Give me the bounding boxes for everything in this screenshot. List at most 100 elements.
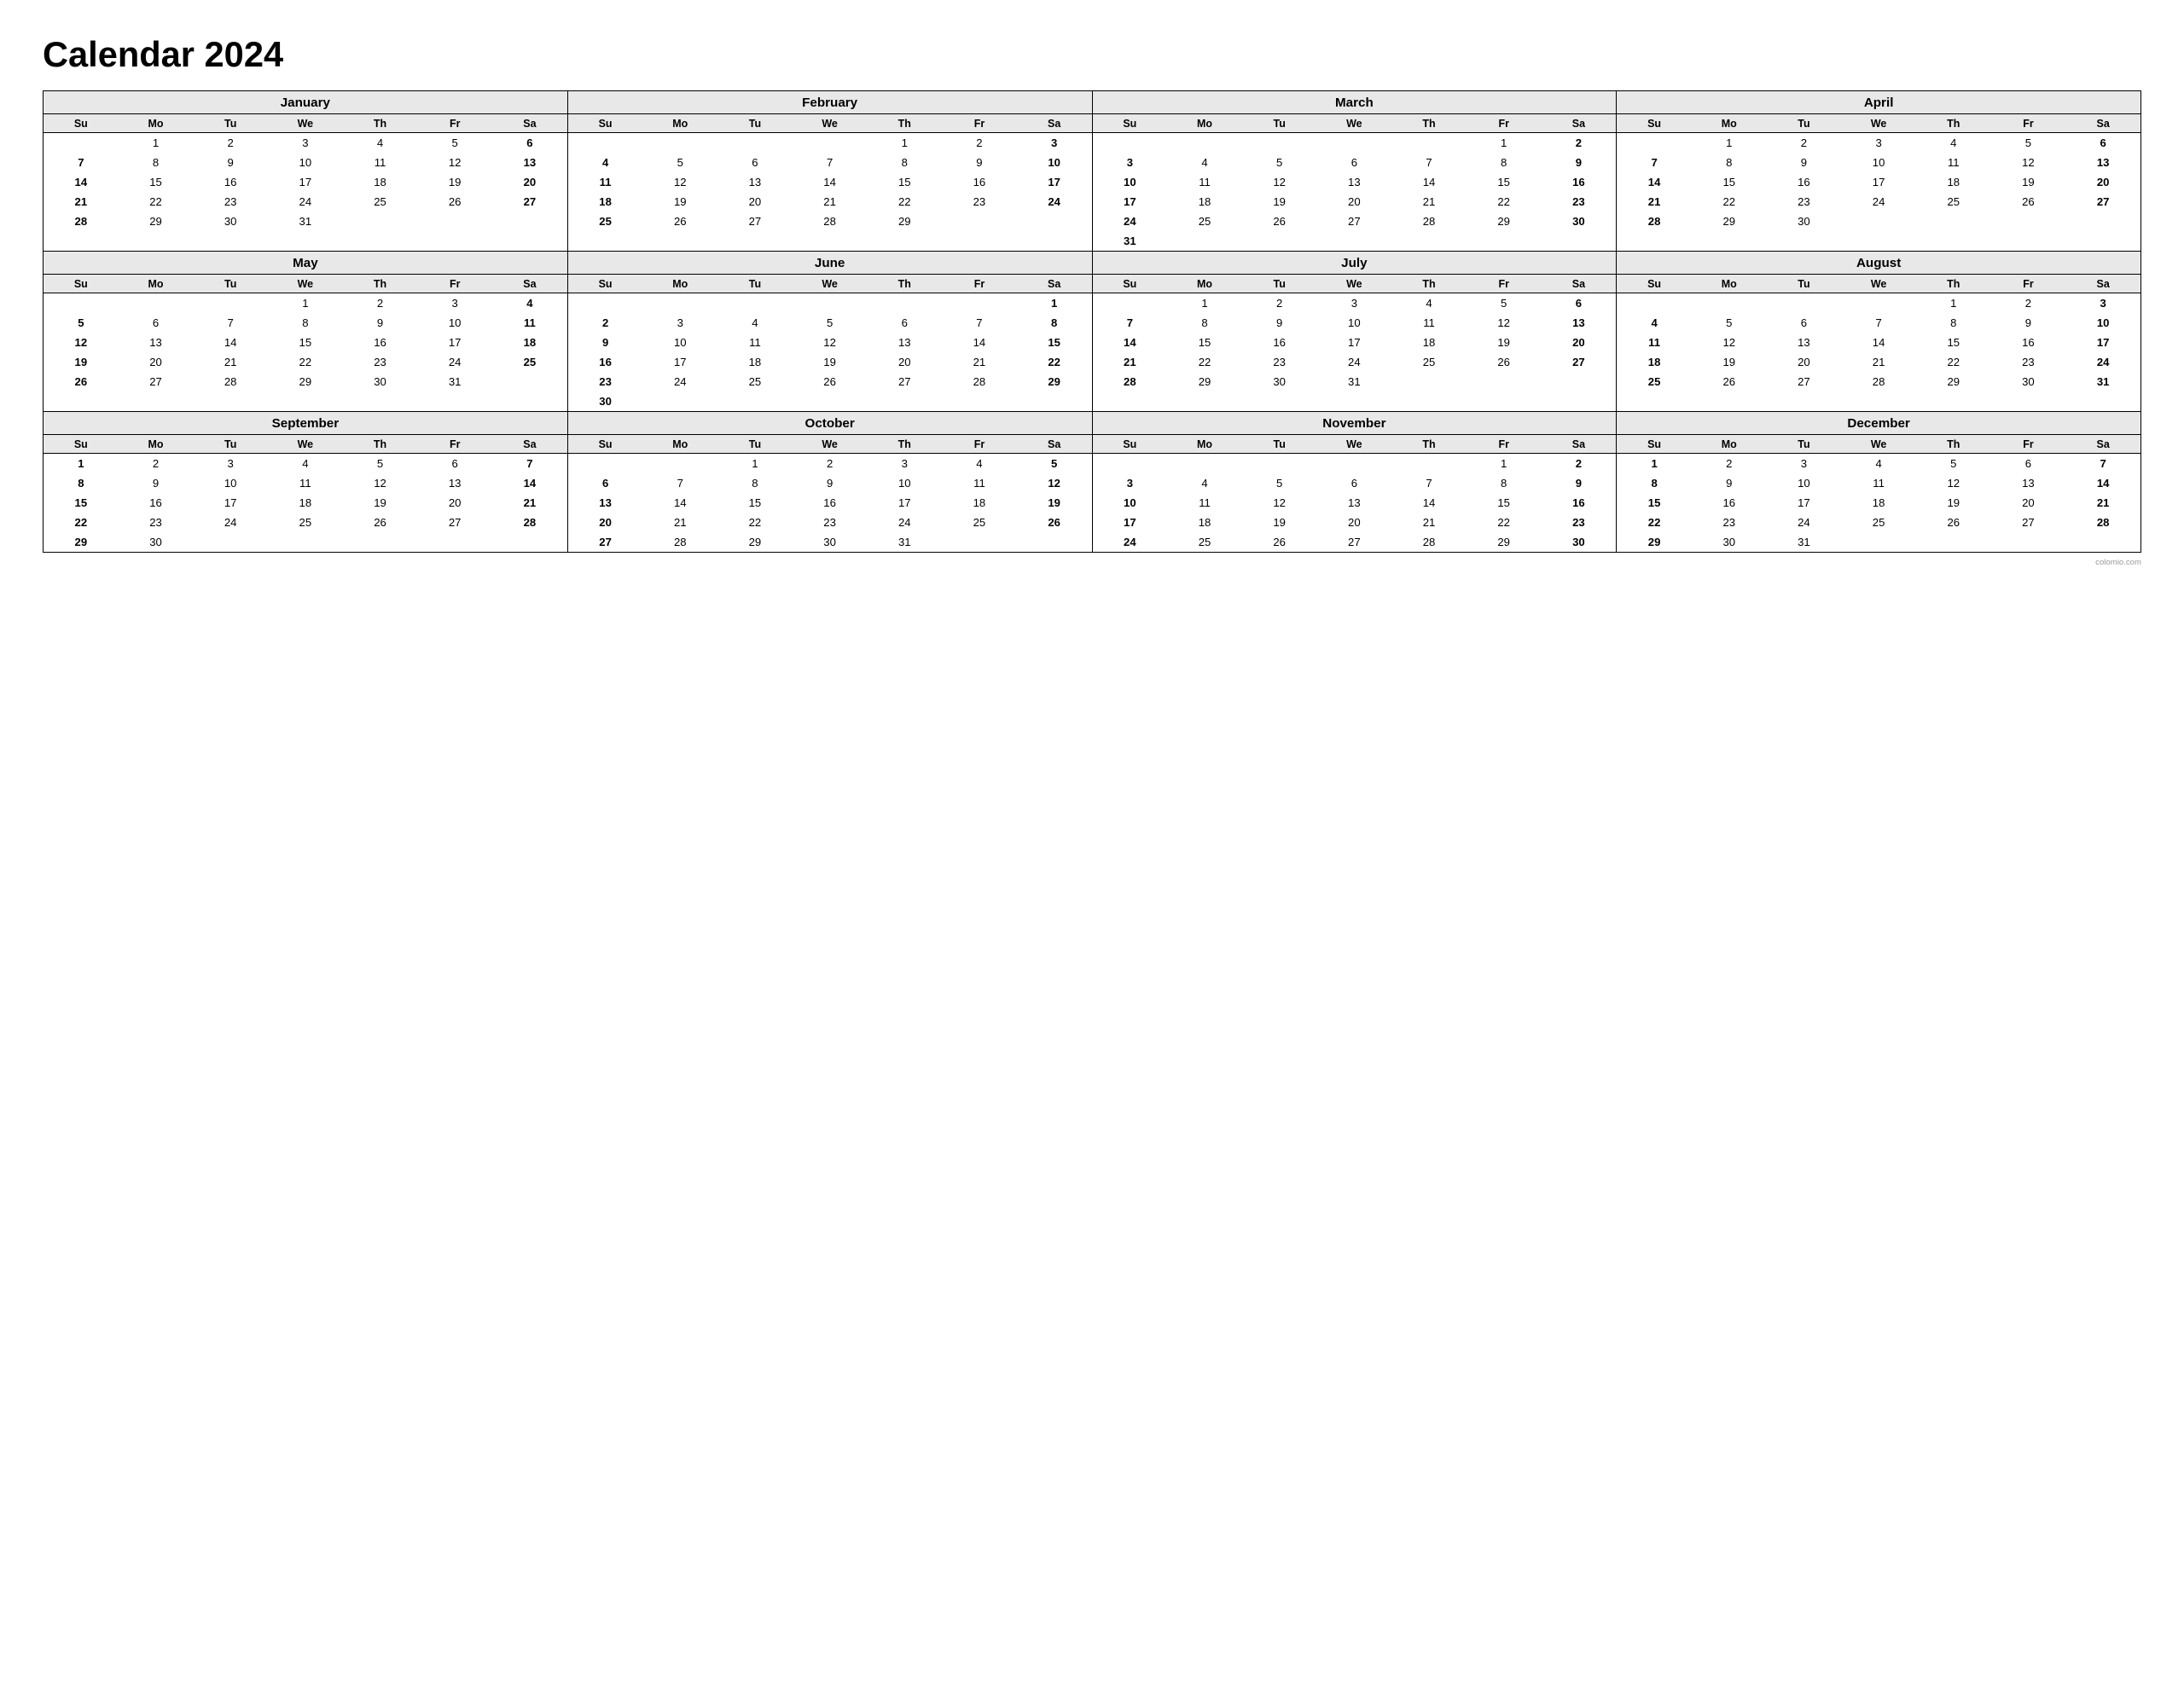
- day-cell: 6: [417, 454, 492, 474]
- day-cell: 8: [119, 153, 194, 172]
- day-cell: 14: [1391, 493, 1467, 513]
- day-header-su: Su: [1617, 435, 1692, 454]
- table-row: 15161718192021: [44, 493, 567, 513]
- day-cell: 18: [1916, 172, 1991, 192]
- day-cell: 4: [1167, 473, 1242, 493]
- day-cell: 28: [44, 212, 119, 231]
- day-cell: 19: [1692, 352, 1767, 372]
- day-cell: 10: [417, 313, 492, 333]
- day-header-sa: Sa: [1017, 114, 1092, 133]
- day-cell: 21: [1617, 192, 1692, 212]
- day-cell: [193, 293, 268, 314]
- day-cell: 6: [1317, 473, 1392, 493]
- day-cell: 8: [1467, 473, 1542, 493]
- day-cell: 27: [1991, 513, 2066, 532]
- day-header-fr: Fr: [1991, 435, 2066, 454]
- day-cell: 19: [1916, 493, 1991, 513]
- day-cell: 25: [1841, 513, 1916, 532]
- day-cell: 15: [1467, 493, 1542, 513]
- day-cell: 29: [1017, 372, 1092, 391]
- day-cell: 11: [717, 333, 793, 352]
- day-cell: 22: [867, 192, 942, 212]
- day-cell: 6: [1317, 153, 1392, 172]
- day-cell: 13: [568, 493, 643, 513]
- day-header-mo: Mo: [119, 435, 194, 454]
- day-cell: 23: [1991, 352, 2066, 372]
- table-row: 14151617181920: [1617, 172, 2140, 192]
- day-cell: 19: [1467, 333, 1542, 352]
- day-header-su: Su: [44, 275, 119, 293]
- day-cell: 25: [1391, 352, 1467, 372]
- month-table: SuMoTuWeThFrSa12345678910111213141516171…: [1093, 275, 1617, 391]
- day-cell: 13: [1317, 172, 1392, 192]
- day-cell: 20: [1767, 352, 1842, 372]
- day-header-su: Su: [1093, 435, 1168, 454]
- day-cell: 13: [1542, 313, 1617, 333]
- day-cell: 15: [717, 493, 793, 513]
- day-cell: 26: [417, 192, 492, 212]
- day-header-we: We: [793, 275, 868, 293]
- day-cell: 9: [1692, 473, 1767, 493]
- table-row: 567891011: [44, 313, 567, 333]
- day-cell: 20: [492, 172, 567, 192]
- day-cell: 14: [642, 493, 717, 513]
- day-cell: 23: [1692, 513, 1767, 532]
- day-cell: 5: [1017, 454, 1092, 474]
- table-row: 17181920212223: [1093, 513, 1617, 532]
- table-row: 21222324252627: [1093, 352, 1617, 372]
- day-header-we: We: [1317, 275, 1392, 293]
- month-table: SuMoTuWeThFrSa12345678910111213141516171…: [1617, 275, 2140, 391]
- day-cell: 14: [44, 172, 119, 192]
- table-row: 11121314151617: [568, 172, 1092, 192]
- day-cell: 19: [343, 493, 418, 513]
- day-cell: 11: [1391, 313, 1467, 333]
- day-cell: 28: [1391, 212, 1467, 231]
- table-row: 22232425262728: [1617, 513, 2140, 532]
- day-cell: 4: [717, 313, 793, 333]
- month-block-july: JulySuMoTuWeThFrSa1234567891011121314151…: [1093, 252, 1618, 412]
- day-cell: 11: [1916, 153, 1991, 172]
- table-row: 13141516171819: [568, 493, 1092, 513]
- day-cell: 22: [1167, 352, 1242, 372]
- day-cell: 14: [793, 172, 868, 192]
- day-cell: 15: [1467, 172, 1542, 192]
- day-cell: 9: [119, 473, 194, 493]
- day-cell: 23: [1242, 352, 1317, 372]
- day-cell: 5: [642, 153, 717, 172]
- month-table: SuMoTuWeThFrSa12345678910111213141516171…: [1093, 114, 1617, 251]
- day-cell: 3: [417, 293, 492, 314]
- day-cell: 27: [1542, 352, 1617, 372]
- day-cell: 11: [568, 172, 643, 192]
- day-cell: 27: [717, 212, 793, 231]
- day-cell: 3: [1017, 133, 1092, 154]
- day-cell: 17: [268, 172, 343, 192]
- day-cell: 20: [417, 493, 492, 513]
- day-cell: [1916, 532, 1991, 552]
- table-row: 10111213141516: [1093, 172, 1617, 192]
- day-cell: 28: [1093, 372, 1168, 391]
- day-cell: 27: [1767, 372, 1842, 391]
- day-cell: 29: [119, 212, 194, 231]
- day-cell: 30: [1542, 532, 1617, 552]
- watermark: colomio.com: [43, 558, 2141, 567]
- day-cell: 13: [1991, 473, 2066, 493]
- day-cell: [1991, 532, 2066, 552]
- day-cell: 28: [1617, 212, 1692, 231]
- day-cell: 7: [2065, 454, 2140, 474]
- day-cell: [1317, 231, 1392, 251]
- day-cell: 21: [2065, 493, 2140, 513]
- day-cell: 20: [2065, 172, 2140, 192]
- day-cell: 10: [1317, 313, 1392, 333]
- day-header-tu: Tu: [1767, 275, 1842, 293]
- day-cell: 3: [642, 313, 717, 333]
- month-title: February: [568, 91, 1092, 114]
- month-block-august: AugustSuMoTuWeThFrSa12345678910111213141…: [1617, 252, 2141, 412]
- day-cell: 26: [1242, 212, 1317, 231]
- day-cell: 14: [1093, 333, 1168, 352]
- day-cell: [1916, 212, 1991, 231]
- day-cell: [2065, 212, 2140, 231]
- day-cell: 11: [268, 473, 343, 493]
- day-header-th: Th: [343, 275, 418, 293]
- table-row: 14151617181920: [1093, 333, 1617, 352]
- day-header-fr: Fr: [417, 114, 492, 133]
